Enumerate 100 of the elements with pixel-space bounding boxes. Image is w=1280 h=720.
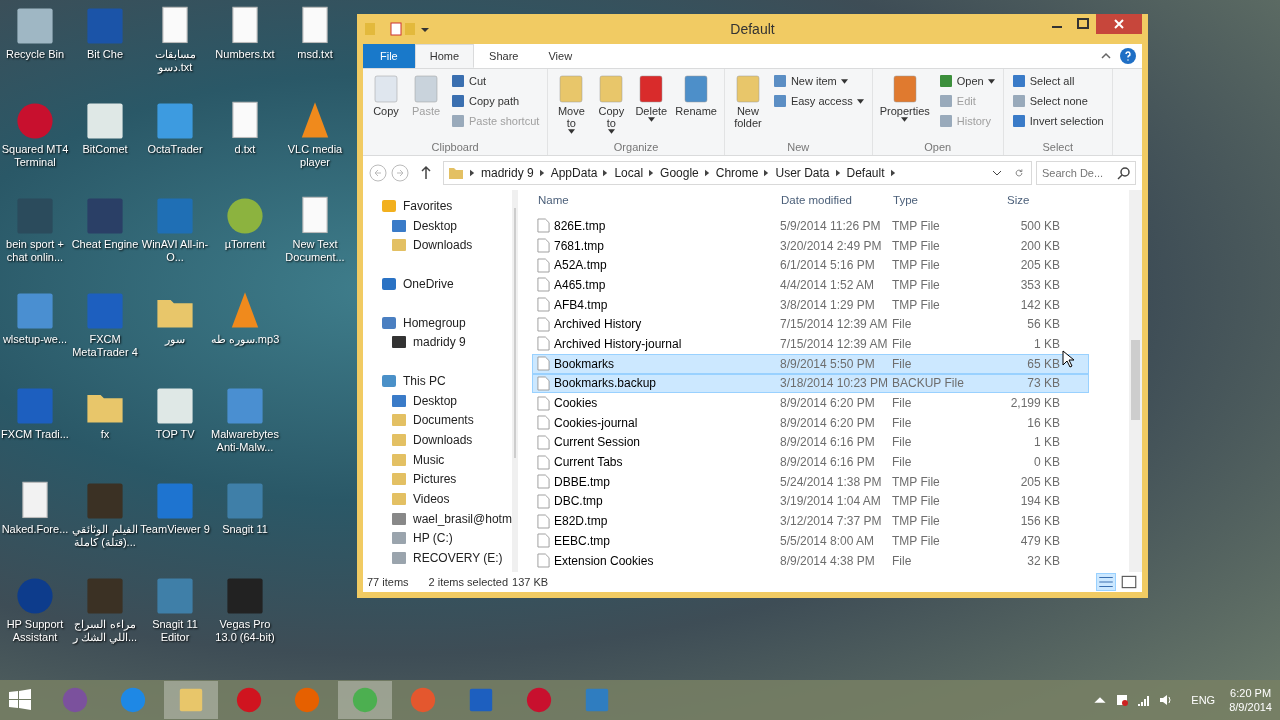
desktop-shortcut[interactable]: TOP TV xyxy=(140,384,210,479)
desktop-shortcut[interactable]: Naked.Fore... xyxy=(0,479,70,574)
file-row[interactable]: Archived History 7/15/2014 12:39 AM File 56 KB xyxy=(532,314,1089,335)
ribbon-button[interactable]: Move to xyxy=(552,71,591,141)
input-language[interactable]: ENG xyxy=(1191,694,1216,706)
file-row[interactable]: Current Tabs 8/9/2014 6:16 PM File 0 KB xyxy=(532,452,1089,472)
file-row[interactable]: E82D.tmp 3/12/2014 7:37 PM TMP File 156 KB xyxy=(532,511,1089,531)
navigation-item[interactable]: Videos xyxy=(363,489,512,509)
desktop-shortcut[interactable]: OctaTrader xyxy=(140,99,210,194)
scrollbar[interactable] xyxy=(511,190,518,572)
desktop-shortcut[interactable]: مراءه السراج اللي الشك ر... xyxy=(70,574,140,669)
file-row[interactable]: Extension Cookies 8/9/2014 4:38 PM File 32 KB xyxy=(532,550,1089,571)
desktop-shortcut[interactable]: BitComet xyxy=(70,99,140,194)
desktop-shortcut[interactable]: Numbers.txt xyxy=(210,4,280,99)
navigation-item[interactable]: Documents xyxy=(363,410,512,431)
file-row[interactable]: Cookies-journal 8/9/2014 6:20 PM File 16 KB xyxy=(532,412,1089,433)
navigation-item[interactable]: HP (C:) xyxy=(363,528,512,549)
ribbon-button[interactable]: Rename xyxy=(672,71,720,141)
navigation-item[interactable]: Pictures xyxy=(363,469,512,490)
desktop-shortcut[interactable]: FXCM Tradi... xyxy=(0,384,70,479)
breadcrumb[interactable]: madridy 9 xyxy=(481,166,534,180)
ribbon-button[interactable]: Select all xyxy=(1007,71,1108,91)
file-row[interactable]: Cookies 8/9/2014 6:20 PM File 2,199 KB xyxy=(532,393,1089,413)
desktop-shortcut[interactable]: HP Support Assistant xyxy=(0,574,70,669)
scrollbar[interactable] xyxy=(1129,190,1142,572)
file-row[interactable]: Current Session 8/9/2014 6:16 PM File 1 KB xyxy=(532,432,1089,453)
clock[interactable]: 6:20 PM 8/9/2014 xyxy=(1229,686,1272,714)
desktop-shortcut[interactable]: Malwarebytes Anti-Malw... xyxy=(210,384,280,479)
address-bar[interactable]: madridy 9 AppData Local Google Chrome User Data Default xyxy=(443,161,1032,185)
column-header[interactable]: Type xyxy=(893,194,983,206)
ribbon-button[interactable]: New folder xyxy=(728,71,767,141)
search-field[interactable]: Search De... xyxy=(1036,161,1136,185)
ribbon-button[interactable]: Copy xyxy=(367,71,405,141)
navigation-item[interactable]: wael_brasil@hotm xyxy=(363,508,512,529)
navigation-item[interactable]: Downloads xyxy=(363,235,512,256)
desktop-shortcut[interactable]: Snagit 11 xyxy=(210,479,280,574)
desktop-shortcut[interactable]: Snagit 11 Editor xyxy=(140,574,210,669)
navigation-item[interactable]: OneDrive xyxy=(363,274,512,294)
ribbon-button[interactable]: Select none xyxy=(1007,91,1108,111)
file-row[interactable]: EEBC.tmp 5/5/2014 8:00 AM TMP File 479 KB xyxy=(532,531,1089,551)
file-row[interactable]: A52A.tmp 6/1/2014 5:16 PM TMP File 205 KB xyxy=(532,255,1089,276)
desktop-shortcut[interactable]: fx xyxy=(70,384,140,479)
windows-logo-icon[interactable] xyxy=(8,688,32,712)
column-header[interactable]: Date modified xyxy=(781,194,893,206)
ribbon-button[interactable]: Properties xyxy=(876,71,933,141)
breadcrumb[interactable]: Local xyxy=(614,166,644,180)
column-header[interactable]: Name xyxy=(532,194,781,206)
desktop-shortcut[interactable]: Vegas Pro 13.0 (64-bit) xyxy=(210,574,280,669)
ribbon-button[interactable]: Easy access xyxy=(768,91,868,111)
large-icons-view-icon[interactable] xyxy=(1120,574,1138,590)
desktop-shortcut[interactable]: bein sport + chat onlin... xyxy=(0,194,70,289)
close-icon[interactable] xyxy=(1096,14,1142,34)
desktop-shortcut[interactable]: wlsetup-we... xyxy=(0,289,70,384)
desktop-shortcut[interactable]: Cheat Engine xyxy=(70,194,140,289)
ribbon-button[interactable]: Cut xyxy=(447,71,544,91)
volume-icon[interactable] xyxy=(1159,693,1174,707)
desktop-shortcut[interactable]: d.txt xyxy=(210,99,280,194)
file-row[interactable]: 7681.tmp 3/20/2014 2:49 PM TMP File 200 KB xyxy=(532,235,1089,256)
navigation-item[interactable]: madridy 9 xyxy=(363,332,512,353)
file-row[interactable]: DBBE.tmp 5/24/2014 1:38 PM TMP File 205 KB xyxy=(532,471,1089,492)
breadcrumb[interactable]: Default xyxy=(846,166,885,180)
flag-icon[interactable] xyxy=(1115,693,1130,707)
desktop-shortcut[interactable]: New Text Document... xyxy=(280,194,350,289)
desktop-shortcut[interactable]: VLC media player xyxy=(280,99,350,194)
desktop-shortcut[interactable]: Recycle Bin xyxy=(0,4,70,99)
desktop-shortcut[interactable]: الفيلم الوثائقي (قتلة) كاملة... xyxy=(70,479,140,574)
breadcrumb[interactable]: AppData xyxy=(550,166,598,180)
file-row[interactable]: DBC.tmp 3/19/2014 1:04 AM TMP File 194 KB xyxy=(532,491,1089,512)
desktop-shortcut[interactable]: سوره طه.mp3 xyxy=(210,289,280,384)
ribbon-button[interactable]: Copy to xyxy=(592,71,631,141)
breadcrumb[interactable]: Chrome xyxy=(715,166,759,180)
desktop-shortcut[interactable]: msd.txt xyxy=(280,4,350,99)
desktop-shortcut[interactable]: Squared MT4 Terminal xyxy=(0,99,70,194)
navigation-item[interactable]: Downloads xyxy=(363,430,512,450)
desktop-shortcut[interactable]: سور xyxy=(140,289,210,384)
ribbon-tab[interactable]: Share xyxy=(474,44,534,68)
breadcrumb[interactable]: Google xyxy=(660,166,699,180)
desktop-shortcut[interactable]: WinAVI All-in-O... xyxy=(140,194,210,289)
desktop-shortcut[interactable]: مسابقات دسو.txt xyxy=(140,4,210,99)
file-row[interactable]: 826E.tmp 5/9/2014 11:26 PM TMP File 500 KB xyxy=(532,216,1089,236)
ribbon-button[interactable]: Invert selection xyxy=(1007,111,1108,131)
navigation-item[interactable]: Desktop xyxy=(363,390,512,411)
desktop-shortcut[interactable]: µTorrent xyxy=(210,194,280,289)
navigation-item[interactable]: Homegroup xyxy=(363,312,512,333)
navigation-item[interactable]: Music xyxy=(363,449,512,470)
signal-icon[interactable] xyxy=(1137,693,1152,707)
file-row[interactable]: Archived History-journal 7/15/2014 12:39 AM File 1 KB xyxy=(532,334,1089,354)
dropdown-icon[interactable] xyxy=(992,168,1002,178)
file-row[interactable]: Bookmarks 8/9/2014 5:50 PM File 65 KB xyxy=(532,353,1089,374)
desktop-shortcut[interactable]: Bit Che xyxy=(70,4,140,99)
desktop-shortcut[interactable]: FXCM MetaTrader 4 xyxy=(70,289,140,384)
column-header[interactable]: Size xyxy=(983,194,1085,206)
file-row[interactable]: Bookmarks.backup 3/18/2014 10:23 PM BACKUP File 73 KB xyxy=(532,373,1089,394)
navigation-item[interactable]: Favorites xyxy=(363,196,512,216)
ribbon-button[interactable]: Open xyxy=(934,71,999,91)
file-row[interactable]: AFB4.tmp 3/8/2014 1:29 PM TMP File 142 KB xyxy=(532,294,1089,315)
refresh-icon[interactable] xyxy=(1014,168,1024,178)
navigation-item[interactable]: This PC xyxy=(363,371,512,391)
navigation-item[interactable]: Desktop xyxy=(363,215,512,236)
navigation-item[interactable]: RECOVERY (E:) xyxy=(363,548,512,568)
